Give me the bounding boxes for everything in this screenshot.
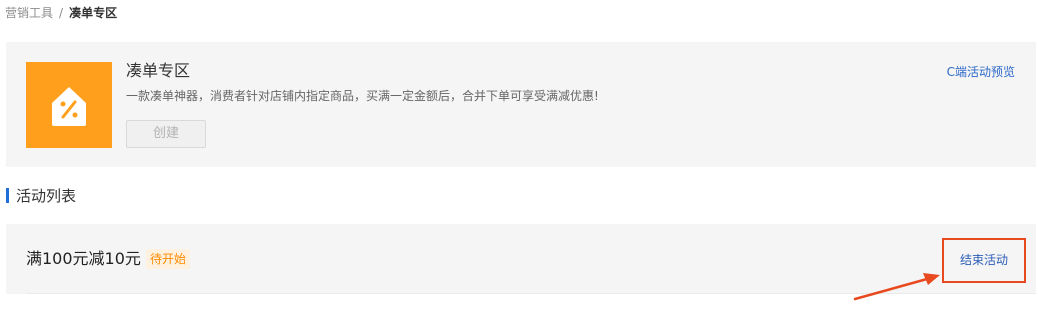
c-end-preview-link[interactable]: C端活动预览 — [947, 64, 1015, 80]
breadcrumb-marketing-tools-link[interactable]: 营销工具 — [5, 6, 53, 20]
annotation-arrow-icon — [845, 268, 945, 312]
percent-tag-icon — [26, 62, 112, 148]
breadcrumb-current-page: 凑单专区 — [69, 6, 118, 20]
end-activity-button[interactable]: 结束活动 — [944, 240, 1024, 281]
feature-intro-card: 凑单专区 一款凑单神器，消费者针对店铺内指定商品，买满一定金额后，合并下单可享受… — [6, 42, 1036, 167]
end-activity-highlight-box: 结束活动 — [942, 238, 1026, 283]
section-title: 活动列表 — [16, 187, 77, 205]
activity-name: 满100元减10元 — [26, 249, 141, 268]
section-accent-bar — [6, 188, 9, 203]
status-badge: 待开始 — [146, 249, 191, 269]
create-button[interactable]: 创建 — [126, 120, 206, 148]
feature-title: 凑单专区 — [126, 61, 191, 80]
breadcrumb-separator: / — [59, 6, 64, 20]
breadcrumb: 营销工具 / 凑单专区 — [5, 5, 117, 21]
feature-description: 一款凑单神器，消费者针对店铺内指定商品，买满一定金额后，合并下单可享受满减优惠! — [126, 89, 599, 103]
